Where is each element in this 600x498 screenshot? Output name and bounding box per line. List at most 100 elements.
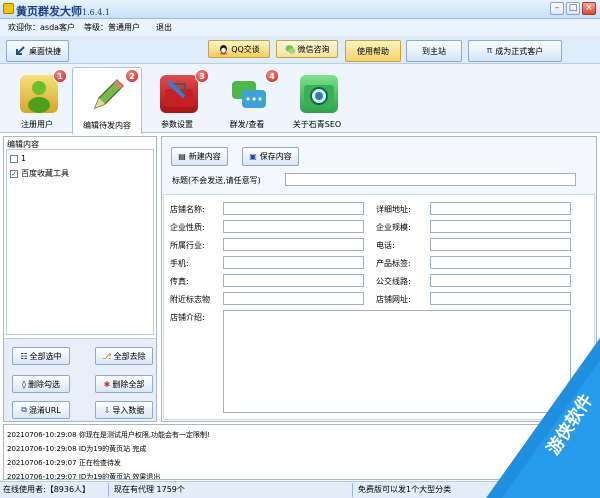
list-actions: ☷ 全部选中 ⎇ 全部去除 ◊ 删除勾选 ✱ 删除全部 ⧉ 混淆URL ⇩ 导入数据 xyxy=(4,338,156,421)
online-users-status: 在线使用者:【8936人】 xyxy=(3,485,91,494)
desktop-shortcut-button[interactable]: 桌面快捷 xyxy=(6,40,69,62)
upgrade-button[interactable]: π 成为正式客户 xyxy=(468,40,562,62)
log-line: 20210706-10:29:08 ID为19的黄页站 完成 xyxy=(7,445,147,453)
deselect-all-button[interactable]: ⎇ 全部去除 xyxy=(95,347,153,365)
window-title: 黄页群发大师1.6.4.1 xyxy=(16,5,110,18)
checkbox[interactable]: ✓ xyxy=(10,169,18,178)
save-icon: ▣ xyxy=(249,152,257,161)
tab-register-user[interactable]: 1 注册用户 xyxy=(4,67,70,133)
company-type-input[interactable] xyxy=(223,220,364,233)
wechat-icon xyxy=(285,44,295,54)
help-button[interactable]: 使用帮助 xyxy=(345,40,401,62)
title-input[interactable] xyxy=(285,173,576,186)
welcome-text: 欢迎你：asda客户 xyxy=(8,23,76,32)
arrow-icon xyxy=(16,46,25,55)
edition-status: 免费版可以发1个大型分类 xyxy=(358,485,452,494)
deselect-icon: ⎇ xyxy=(102,351,112,361)
wechat-consult-label: 微信咨询 xyxy=(297,44,330,54)
tab-edit-content[interactable]: 2 编辑待发内容 xyxy=(72,67,142,134)
log-line: 20210706-10:29:07 正在检查待发 xyxy=(7,459,121,467)
desktop-shortcut-label: 桌面快捷 xyxy=(29,46,61,56)
import-data-button[interactable]: ⇩ 导入数据 xyxy=(95,401,153,419)
shop-intro-label: 店铺介绍: xyxy=(170,313,205,322)
company-size-input[interactable] xyxy=(430,220,571,233)
main-tab-bar: 1 注册用户 2 编辑待发内容 3 参数设置 4 群发/查看 关于石青SEO xyxy=(0,64,600,134)
wechat-consult-button[interactable]: 微信咨询 xyxy=(276,40,338,58)
pencil-icon xyxy=(89,76,127,114)
select-all-button[interactable]: ☷ 全部选中 xyxy=(12,347,70,365)
help-label: 使用帮助 xyxy=(357,46,389,56)
title-label: 标题(不会发送,请任意写) xyxy=(172,176,261,185)
new-content-button[interactable]: ▤ 新建内容 xyxy=(171,147,228,166)
pi-icon: π xyxy=(486,46,493,56)
tab-label: 参数设置 xyxy=(161,120,193,129)
qq-icon xyxy=(220,44,228,54)
new-doc-icon: ▤ xyxy=(178,152,186,161)
tab-about-seo[interactable]: 关于石青SEO xyxy=(284,67,350,133)
obfuscate-url-button[interactable]: ⧉ 混淆URL xyxy=(12,401,70,419)
delete-checked-button[interactable]: ◊ 删除勾选 xyxy=(12,375,70,393)
status-divider xyxy=(352,483,353,497)
upgrade-label: 成为正式客户 xyxy=(495,46,544,56)
title-bar[interactable]: 黄页群发大师1.6.4.1 – □ × xyxy=(0,0,600,19)
list-item[interactable]: ✓ 百度收藏工具 xyxy=(10,168,69,179)
industry-input[interactable] xyxy=(223,238,364,251)
select-all-icon: ☷ xyxy=(20,351,28,361)
eraser-icon: ◊ xyxy=(22,379,26,389)
content-list[interactable]: 1 ✓ 百度收藏工具 xyxy=(6,149,154,335)
shop-url-input[interactable] xyxy=(430,292,571,305)
user-level-text: 等级：普通用户 xyxy=(84,23,140,32)
user-icon xyxy=(20,75,58,113)
log-line: 20210706-10:29:07 ID为19的黄页站 效果退出 xyxy=(7,473,161,480)
toolbar: 桌面快捷 QQ交谈 微信咨询 使用帮助 到主站 π 成为正式客户 xyxy=(0,36,600,64)
user-info-bar: 欢迎你：asda客户 等级：普通用户 退出 xyxy=(0,19,600,36)
log-line: 20210706-10:29:08 你现在是测试用户权限,功能会有一定限制! xyxy=(7,431,210,439)
main-site-button[interactable]: 到主站 xyxy=(406,40,462,62)
phone-label: 电话: xyxy=(376,241,395,250)
close-button[interactable]: × xyxy=(582,2,596,15)
tab-label: 群发/查看 xyxy=(229,120,265,129)
product-tags-label: 产品标签: xyxy=(376,259,411,268)
phone-input[interactable] xyxy=(430,238,571,251)
shop-name-label: 店铺名称: xyxy=(170,205,205,214)
status-divider xyxy=(108,483,109,497)
tab-label: 编辑待发内容 xyxy=(83,121,131,130)
import-icon: ⇩ xyxy=(103,405,111,415)
link-icon: ⧉ xyxy=(21,405,27,414)
save-content-button[interactable]: ▣ 保存内容 xyxy=(242,147,299,166)
tab-badge: 2 xyxy=(125,69,139,83)
app-icon xyxy=(3,3,14,14)
fax-input[interactable] xyxy=(223,274,364,287)
product-tags-input[interactable] xyxy=(430,256,571,269)
address-label: 详细地址: xyxy=(376,205,411,214)
industry-label: 所属行业: xyxy=(170,241,205,250)
address-input[interactable] xyxy=(430,202,571,215)
fax-label: 传真: xyxy=(170,277,189,286)
qq-chat-label: QQ交谈 xyxy=(231,44,260,54)
list-item[interactable]: 1 xyxy=(10,154,26,163)
bus-route-input[interactable] xyxy=(430,274,571,287)
company-size-label: 企业规模: xyxy=(376,223,411,232)
tab-parameter-settings[interactable]: 3 参数设置 xyxy=(144,67,210,133)
delete-all-button[interactable]: ✱ 删除全部 xyxy=(95,375,153,393)
qq-chat-button[interactable]: QQ交谈 xyxy=(208,40,270,58)
main-site-label: 到主站 xyxy=(422,46,446,56)
tab-broadcast-view[interactable]: 4 群发/查看 xyxy=(214,67,280,133)
company-type-label: 企业性质: xyxy=(170,223,205,232)
chat-bubbles-icon xyxy=(230,75,268,113)
delete-icon: ✱ xyxy=(103,379,111,389)
shop-name-input[interactable] xyxy=(223,202,364,215)
proxy-status: 现在有代理 1759个 xyxy=(114,485,185,494)
minimize-button[interactable]: – xyxy=(550,2,564,15)
tab-badge: 4 xyxy=(265,69,279,83)
logout-link[interactable]: 退出 xyxy=(156,22,172,33)
maximize-button[interactable]: □ xyxy=(566,2,580,15)
checkbox[interactable] xyxy=(10,154,18,163)
mobile-label: 手机: xyxy=(170,259,189,268)
tab-badge: 3 xyxy=(195,69,209,83)
tab-label: 注册用户 xyxy=(21,120,53,129)
watermark-logo: 游侠软件 xyxy=(486,338,600,498)
camera-icon xyxy=(300,75,338,113)
mobile-input[interactable] xyxy=(223,256,364,269)
landmark-input[interactable] xyxy=(223,292,364,305)
